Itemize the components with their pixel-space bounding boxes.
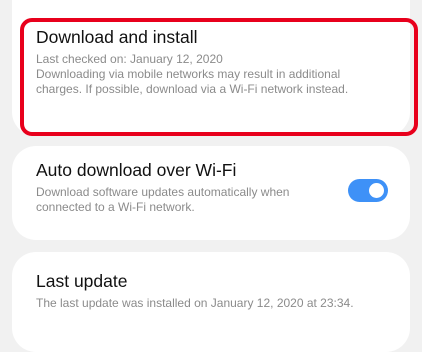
auto-download-title: Auto download over Wi-Fi xyxy=(36,160,237,180)
toggle-knob xyxy=(369,183,384,198)
auto-download-description: Download software updates automatically … xyxy=(36,185,290,214)
auto-download-toggle[interactable] xyxy=(348,179,388,202)
last-checked-text: Last checked on: January 12, 2020 xyxy=(36,52,223,66)
download-and-install-item[interactable]: Download and install Last checked on: Ja… xyxy=(12,0,410,136)
auto-download-wifi-item[interactable]: Auto download over Wi-Fi Download softwa… xyxy=(12,146,410,240)
mobile-network-warning: Downloading via mobile networks may resu… xyxy=(36,67,349,96)
last-update-description: The last update was installed on January… xyxy=(36,296,354,310)
last-update-title: Last update xyxy=(36,271,128,291)
last-update-item[interactable]: Last update The last update was installe… xyxy=(12,252,410,352)
download-and-install-title: Download and install xyxy=(36,27,198,47)
